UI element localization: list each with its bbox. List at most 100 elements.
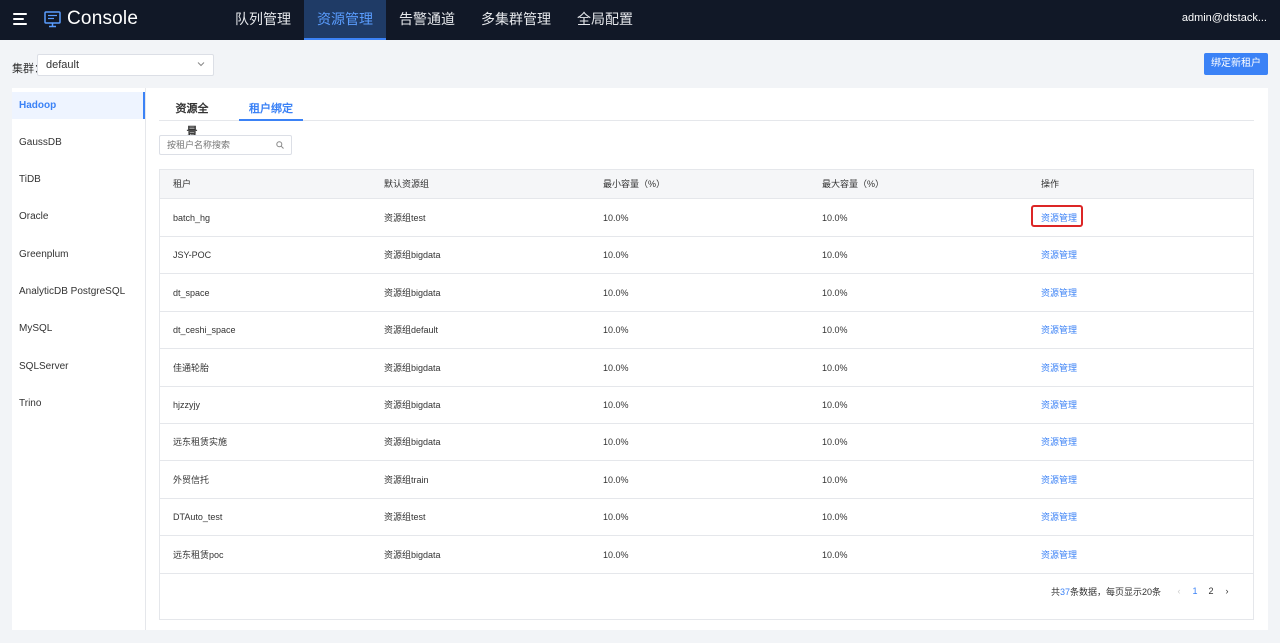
cell-min-capacity: 10.0% — [603, 400, 629, 410]
cell-max-capacity: 10.0% — [822, 400, 848, 410]
cell-min-capacity: 10.0% — [603, 437, 629, 448]
cell-tenant: dt_space — [173, 287, 210, 298]
cell-default-group: 资源组bigdata — [384, 250, 441, 261]
cell-default-group: 资源组train — [384, 474, 429, 485]
column-header-default-group: 默认资源组 — [384, 179, 430, 189]
table-row: dt_space 资源组bigdata 10.0% 10.0% 资源管理 — [160, 275, 1253, 312]
cell-default-group: 资源组test — [384, 512, 426, 523]
nav-item-2[interactable]: 告警通道 — [386, 0, 468, 40]
cell-max-capacity: 10.0% — [822, 474, 848, 485]
cell-max-capacity: 10.0% — [822, 512, 848, 523]
cell-max-capacity: 10.0% — [822, 549, 848, 560]
resource-manage-link[interactable]: 资源管理 — [1041, 424, 1077, 461]
table-row: 远东租赁poc 资源组bigdata 10.0% 10.0% 资源管理 — [160, 537, 1253, 574]
cell-min-capacity: 10.0% — [603, 512, 629, 523]
table-row: 外贸信托 资源组train 10.0% 10.0% 资源管理 — [160, 462, 1253, 499]
app-title: Console — [67, 8, 139, 29]
cell-min-capacity: 10.0% — [603, 549, 629, 560]
cell-min-capacity: 10.0% — [603, 250, 629, 261]
page-2-button[interactable]: 2 — [1203, 586, 1219, 596]
column-header-actions: 操作 — [1041, 179, 1060, 189]
resource-manage-link[interactable]: 资源管理 — [1041, 312, 1077, 349]
nav-item-1[interactable]: 资源管理 — [304, 0, 386, 40]
hamburger-menu-icon[interactable] — [13, 13, 27, 25]
cell-min-capacity: 10.0% — [603, 287, 629, 298]
cell-tenant: JSY-POC — [173, 250, 212, 261]
cell-tenant: 远东租赁实施 — [173, 437, 228, 448]
sidebar-item-4[interactable]: Greenplum — [12, 241, 145, 268]
console-logo-icon — [44, 11, 61, 28]
tab-resource-overview[interactable]: 资源全景 — [172, 98, 212, 138]
cell-default-group: 资源组bigdata — [384, 549, 441, 560]
resource-manage-link[interactable]: 资源管理 — [1041, 499, 1077, 536]
cell-max-capacity: 10.0% — [822, 437, 848, 448]
table-row: 佳通轮胎 资源组bigdata 10.0% 10.0% 资源管理 — [160, 350, 1253, 387]
cell-min-capacity: 10.0% — [603, 362, 629, 373]
sidebar-item-5[interactable]: AnalyticDB PostgreSQL — [12, 278, 145, 305]
next-page-button[interactable]: › — [1219, 586, 1235, 596]
table-row: dt_ceshi_space 资源组default 10.0% 10.0% 资源管理 — [160, 312, 1253, 350]
page-1-button[interactable]: 1 — [1187, 586, 1203, 596]
column-header-tenant: 租户 — [173, 179, 192, 189]
sidebar-item-0[interactable]: Hadoop — [12, 92, 145, 119]
search-icon[interactable] — [276, 141, 284, 149]
cell-default-group: 资源组bigdata — [384, 287, 441, 298]
sidebar-item-7[interactable]: SQLServer — [12, 353, 145, 380]
pagination: 共37条数据，每页显示20条 ‹ 1 2 › — [1051, 581, 1235, 601]
tenant-table: 租户 默认资源组 最小容量（%） 最大容量（%） 操作 batch_hg 资源组t… — [159, 169, 1254, 620]
cell-tenant: 远东租赁poc — [173, 549, 224, 560]
sidebar-item-6[interactable]: MySQL — [12, 315, 145, 342]
table-row: 远东租赁实施 资源组bigdata 10.0% 10.0% 资源管理 — [160, 424, 1253, 462]
cell-tenant: dt_ceshi_space — [173, 325, 236, 336]
cluster-select[interactable]: default — [37, 54, 214, 76]
sidebar-item-3[interactable]: Oracle — [12, 203, 145, 230]
cell-tenant: 佳通轮胎 — [173, 362, 210, 373]
main-nav: 队列管理 资源管理 告警通道 多集群管理 全局配置 — [222, 0, 646, 40]
cell-tenant: hjzzyjy — [173, 400, 201, 410]
cell-default-group: 资源组test — [384, 213, 426, 223]
resource-manage-link[interactable]: 资源管理 — [1041, 537, 1077, 574]
table-header: 租户 默认资源组 最小容量（%） 最大容量（%） 操作 — [160, 170, 1253, 199]
table-row: batch_hg 资源组test 10.0% 10.0% 资源管理 — [160, 200, 1253, 237]
tab-tenant-binding[interactable]: 租户绑定 — [239, 98, 303, 121]
main-panel: Hadoop GaussDB TiDB Oracle Greenplum Analytic… — [12, 88, 1268, 630]
cell-default-group: 资源组bigdata — [384, 400, 441, 410]
resource-manage-link[interactable]: 资源管理 — [1041, 237, 1077, 274]
tab-bar: 资源全景 租户绑定 — [159, 98, 1254, 138]
highlight-box — [1031, 205, 1083, 227]
cell-min-capacity: 10.0% — [603, 474, 629, 485]
sidebar-item-8[interactable]: Trino — [12, 390, 145, 417]
nav-item-0[interactable]: 队列管理 — [222, 0, 304, 40]
cell-min-capacity: 10.0% — [603, 213, 629, 223]
chevron-down-icon — [197, 62, 205, 67]
top-bar: Console 队列管理 资源管理 告警通道 多集群管理 全局配置 admin@dtst… — [0, 0, 1280, 40]
column-header-max-capacity: 最大容量（%） — [822, 179, 885, 189]
sidebar-item-1[interactable]: GaussDB — [12, 129, 145, 156]
resource-manage-link[interactable]: 资源管理 — [1041, 387, 1077, 424]
resource-manage-link[interactable]: 资源管理 — [1041, 350, 1077, 387]
cell-tenant: 外贸信托 — [173, 474, 210, 485]
resource-manage-link[interactable]: 资源管理 — [1041, 275, 1077, 312]
cell-max-capacity: 10.0% — [822, 325, 848, 336]
cell-max-capacity: 10.0% — [822, 362, 848, 373]
engine-sidebar: Hadoop GaussDB TiDB Oracle Greenplum Analytic… — [12, 88, 146, 630]
table-row: JSY-POC 资源组bigdata 10.0% 10.0% 资源管理 — [160, 237, 1253, 275]
resource-manage-link[interactable]: 资源管理 — [1041, 462, 1077, 499]
table-row: DTAuto_test 资源组test 10.0% 10.0% 资源管理 — [160, 499, 1253, 537]
bind-new-tenant-button[interactable]: 绑定新租户 — [1204, 53, 1268, 75]
cell-default-group: 资源组bigdata — [384, 437, 441, 448]
cell-max-capacity: 10.0% — [822, 287, 848, 298]
tenant-search-input[interactable] — [159, 135, 292, 155]
cell-max-capacity: 10.0% — [822, 250, 848, 261]
cell-default-group: 资源组default — [384, 325, 439, 336]
cluster-select-value: default — [46, 59, 80, 71]
nav-item-3[interactable]: 多集群管理 — [468, 0, 564, 40]
user-account[interactable]: admin@dtstack... — [1182, 12, 1267, 24]
nav-item-4[interactable]: 全局配置 — [564, 0, 646, 40]
cell-min-capacity: 10.0% — [603, 325, 629, 336]
column-header-min-capacity: 最小容量（%） — [603, 179, 666, 189]
sidebar-item-2[interactable]: TiDB — [12, 166, 145, 193]
prev-page-button[interactable]: ‹ — [1171, 586, 1187, 596]
cell-tenant: DTAuto_test — [173, 512, 223, 523]
cell-max-capacity: 10.0% — [822, 213, 848, 223]
